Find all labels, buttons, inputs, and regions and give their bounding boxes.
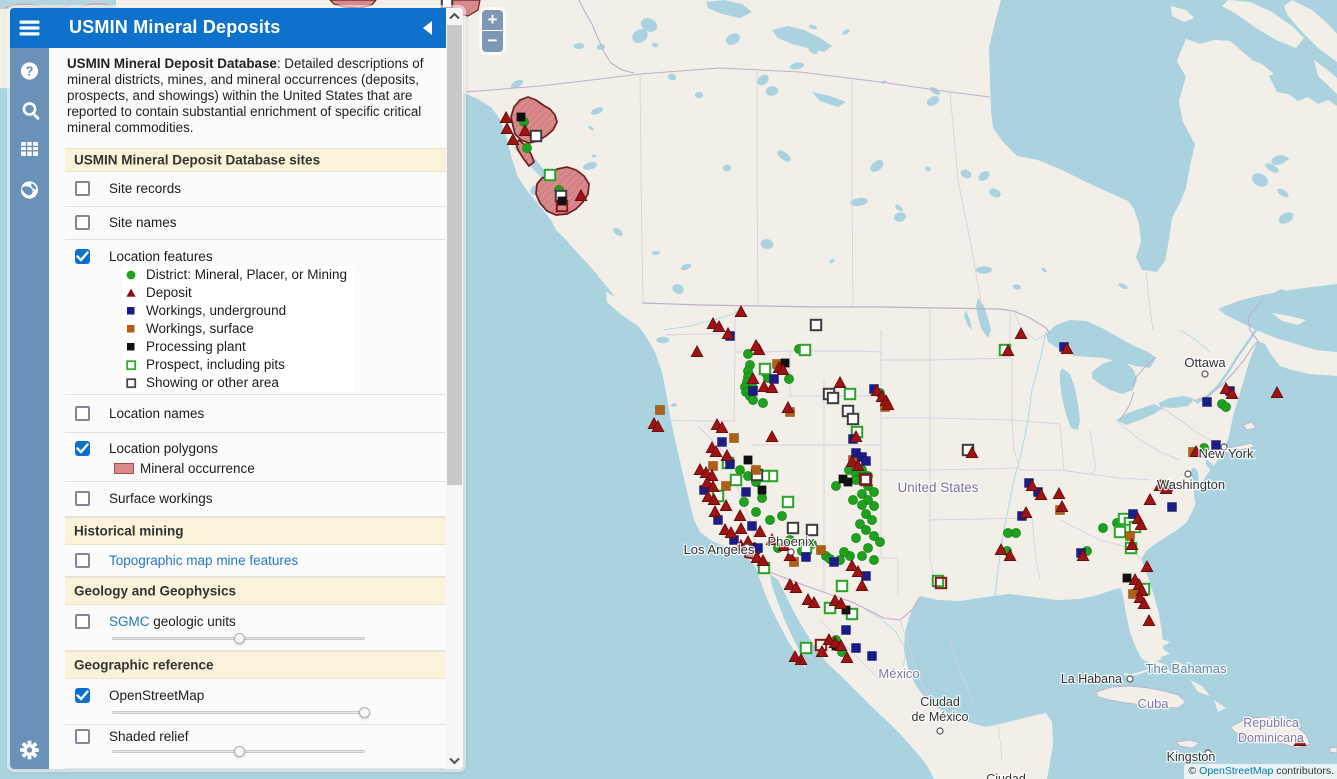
svg-text:United States: United States xyxy=(897,480,978,495)
svg-text:New York: New York xyxy=(1199,446,1254,461)
svg-text:de México: de México xyxy=(912,710,969,724)
svg-text:Los Angeles: Los Angeles xyxy=(684,542,755,557)
svg-text:Dominicana: Dominicana xyxy=(1238,731,1304,745)
svg-text:?: ? xyxy=(26,64,34,79)
svg-text:Cuba: Cuba xyxy=(1137,696,1169,711)
svg-text:Phoenix: Phoenix xyxy=(768,534,815,549)
svg-text:Ottawa: Ottawa xyxy=(1184,355,1226,370)
svg-text:Washington: Washington xyxy=(1157,477,1225,492)
svg-text:The Bahamas: The Bahamas xyxy=(1146,661,1227,676)
svg-text:República: República xyxy=(1243,716,1299,730)
svg-text:La Habana: La Habana xyxy=(1061,672,1122,686)
svg-text:México: México xyxy=(878,666,919,681)
svg-text:Kingston: Kingston xyxy=(1167,750,1216,764)
svg-text:Ciudad: Ciudad xyxy=(920,695,960,709)
svg-text:Ciudad: Ciudad xyxy=(986,772,1026,779)
